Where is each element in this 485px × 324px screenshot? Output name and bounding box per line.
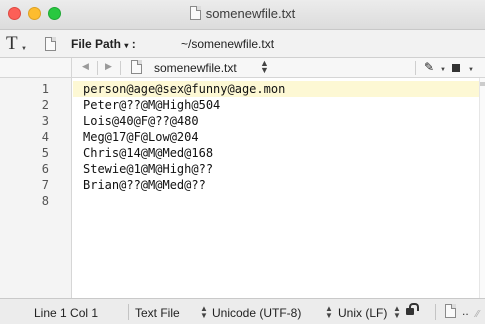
counterpart-caret-icon[interactable]: ▼ [468,67,474,73]
line-endings-stepper-icon[interactable]: ▲ ▼ [393,305,401,320]
chevron-down-icon: ▾ [124,41,129,50]
file-path-label: File Path [71,37,122,51]
scrollbar-thumb[interactable] [480,82,485,86]
lock-icon[interactable] [406,303,419,315]
file-document-icon [131,60,142,74]
navbar-gutter-space [0,58,72,78]
line-number: 5 [41,146,49,160]
syntax-stepper-icon[interactable]: ▲ ▼ [200,305,208,320]
resize-grip-icon[interactable]: ⁄⁄ [476,309,479,320]
line-number: 1 [41,82,49,96]
file-selector[interactable]: somenewfile.txt [154,61,237,75]
line-number: 6 [41,162,49,176]
pen-icon[interactable]: ✎ [424,60,434,74]
divider [415,61,416,75]
code-line[interactable]: Chris@14@M@Med@168 [83,146,213,160]
encoding-stepper-icon[interactable]: ▲ ▼ [325,305,333,320]
file-selector-stepper-icon[interactable]: ▲ ▼ [260,59,269,75]
divider [120,61,121,75]
file-path-dropdown[interactable]: File Path ▾ : [71,37,136,51]
line-number: 3 [41,114,49,128]
pen-caret-icon[interactable]: ▼ [440,67,446,73]
text-editor[interactable]: person@age@sex@funny@age.mon Peter@??@M@… [73,78,479,298]
line-number: 4 [41,130,49,144]
path-document-icon[interactable] [45,37,56,51]
text-tool-icon[interactable]: T [6,33,18,55]
title-bar: somenewfile.txt [0,0,485,30]
code-line[interactable]: person@age@sex@funny@age.mon [83,82,285,96]
divider [97,61,98,75]
syntax-mode-selector[interactable]: Text File [135,306,180,320]
divider [128,304,129,320]
cursor-position[interactable]: Line 1 Col 1 [34,306,98,320]
code-line[interactable]: Meg@17@F@Low@204 [83,130,199,144]
code-line[interactable]: Stewie@1@M@High@?? [83,162,213,176]
divider [435,304,436,320]
document-icon [189,6,201,20]
navigation-bar: ◀ ▶ somenewfile.txt ▲ ▼ ✎ ▼ ▼ [0,58,485,78]
line-number-gutter: 1 2 3 4 5 6 7 8 [0,78,72,298]
encoding-selector[interactable]: Unicode (UTF-8) [212,306,301,320]
code-line[interactable]: Brian@??@M@Med@?? [83,178,206,192]
previous-icon[interactable]: ◀ [82,61,89,72]
line-number: 8 [41,194,49,208]
line-endings-selector[interactable]: Unix (LF) [338,306,387,320]
line-number: 2 [41,98,49,112]
text-tool-caret-icon[interactable]: ▼ [21,46,27,52]
document-info-icon[interactable] [445,304,456,318]
file-path-value: ~/somenewfile.txt [181,37,275,51]
file-path-separator: : [131,37,136,51]
status-bar: Line 1 Col 1 Text File ▲ ▼ Unicode (UTF-8… [0,298,485,324]
window-title-wrap: somenewfile.txt [0,6,485,21]
code-line[interactable]: Peter@??@M@High@504 [83,98,220,112]
more-dots-icon[interactable]: .. [462,304,469,318]
line-number: 7 [41,178,49,192]
next-icon[interactable]: ▶ [105,61,112,72]
counterpart-icon[interactable] [452,64,460,72]
path-bar: T ▼ File Path ▾ : ~/somenewfile.txt [0,30,485,58]
code-line[interactable]: Lois@40@F@??@480 [83,114,199,128]
window-title: somenewfile.txt [205,6,296,21]
vertical-scrollbar[interactable] [479,78,485,298]
